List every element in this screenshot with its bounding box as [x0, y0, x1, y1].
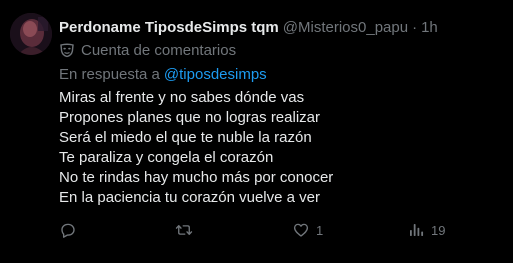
tweet-text: Miras al frente y no sabes dónde vas Pro… — [59, 88, 499, 208]
views-count: 19 — [431, 222, 446, 238]
like-count: 1 — [316, 222, 324, 238]
tweet-text-line: Te paraliza y congela el corazón — [59, 149, 274, 166]
tweet-text-line: Será el miedo el que te nuble la razón — [59, 129, 312, 146]
reply-context: En respuesta a @tiposdesimps — [59, 64, 267, 84]
context-label: Cuenta de comentarios — [81, 41, 237, 59]
views-icon — [410, 224, 424, 236]
heart-icon — [293, 223, 309, 237]
author-handle[interactable]: @Misterios0_papu — [283, 19, 408, 36]
views-button[interactable]: 19 — [407, 220, 445, 240]
tweet-header: Perdoname TiposdeSimps tqm @Misterios0_p… — [59, 17, 438, 37]
account-context: Cuenta de comentarios — [59, 40, 236, 60]
tweet[interactable]: Perdoname TiposdeSimps tqm @Misterios0_p… — [0, 0, 513, 263]
tweet-text-line: Miras al frente y no sabes dónde vas — [59, 89, 305, 106]
reply-prefix: En respuesta a — [59, 65, 160, 83]
tweet-text-line: No te rindas hay mucho más por conocer — [59, 169, 334, 186]
reply-icon — [61, 223, 75, 238]
tweet-text-line: Propones planes que no logras realizar — [59, 109, 320, 126]
reply-button[interactable] — [59, 220, 83, 240]
tweet-time[interactable]: 1h — [421, 19, 438, 36]
mask-icon — [60, 43, 74, 58]
separator-dot: · — [412, 18, 418, 36]
tweet-text-line: En la paciencia tu corazón vuelve a ver — [59, 189, 320, 206]
tweet-actions: 1 19 — [59, 220, 459, 240]
reply-mention-link[interactable]: @tiposdesimps — [164, 66, 267, 83]
avatar[interactable] — [10, 13, 52, 55]
retweet-button[interactable] — [175, 220, 199, 240]
like-button[interactable]: 1 — [292, 220, 323, 240]
retweet-icon — [175, 225, 193, 235]
author-display-name[interactable]: Perdoname TiposdeSimps tqm — [59, 19, 279, 36]
